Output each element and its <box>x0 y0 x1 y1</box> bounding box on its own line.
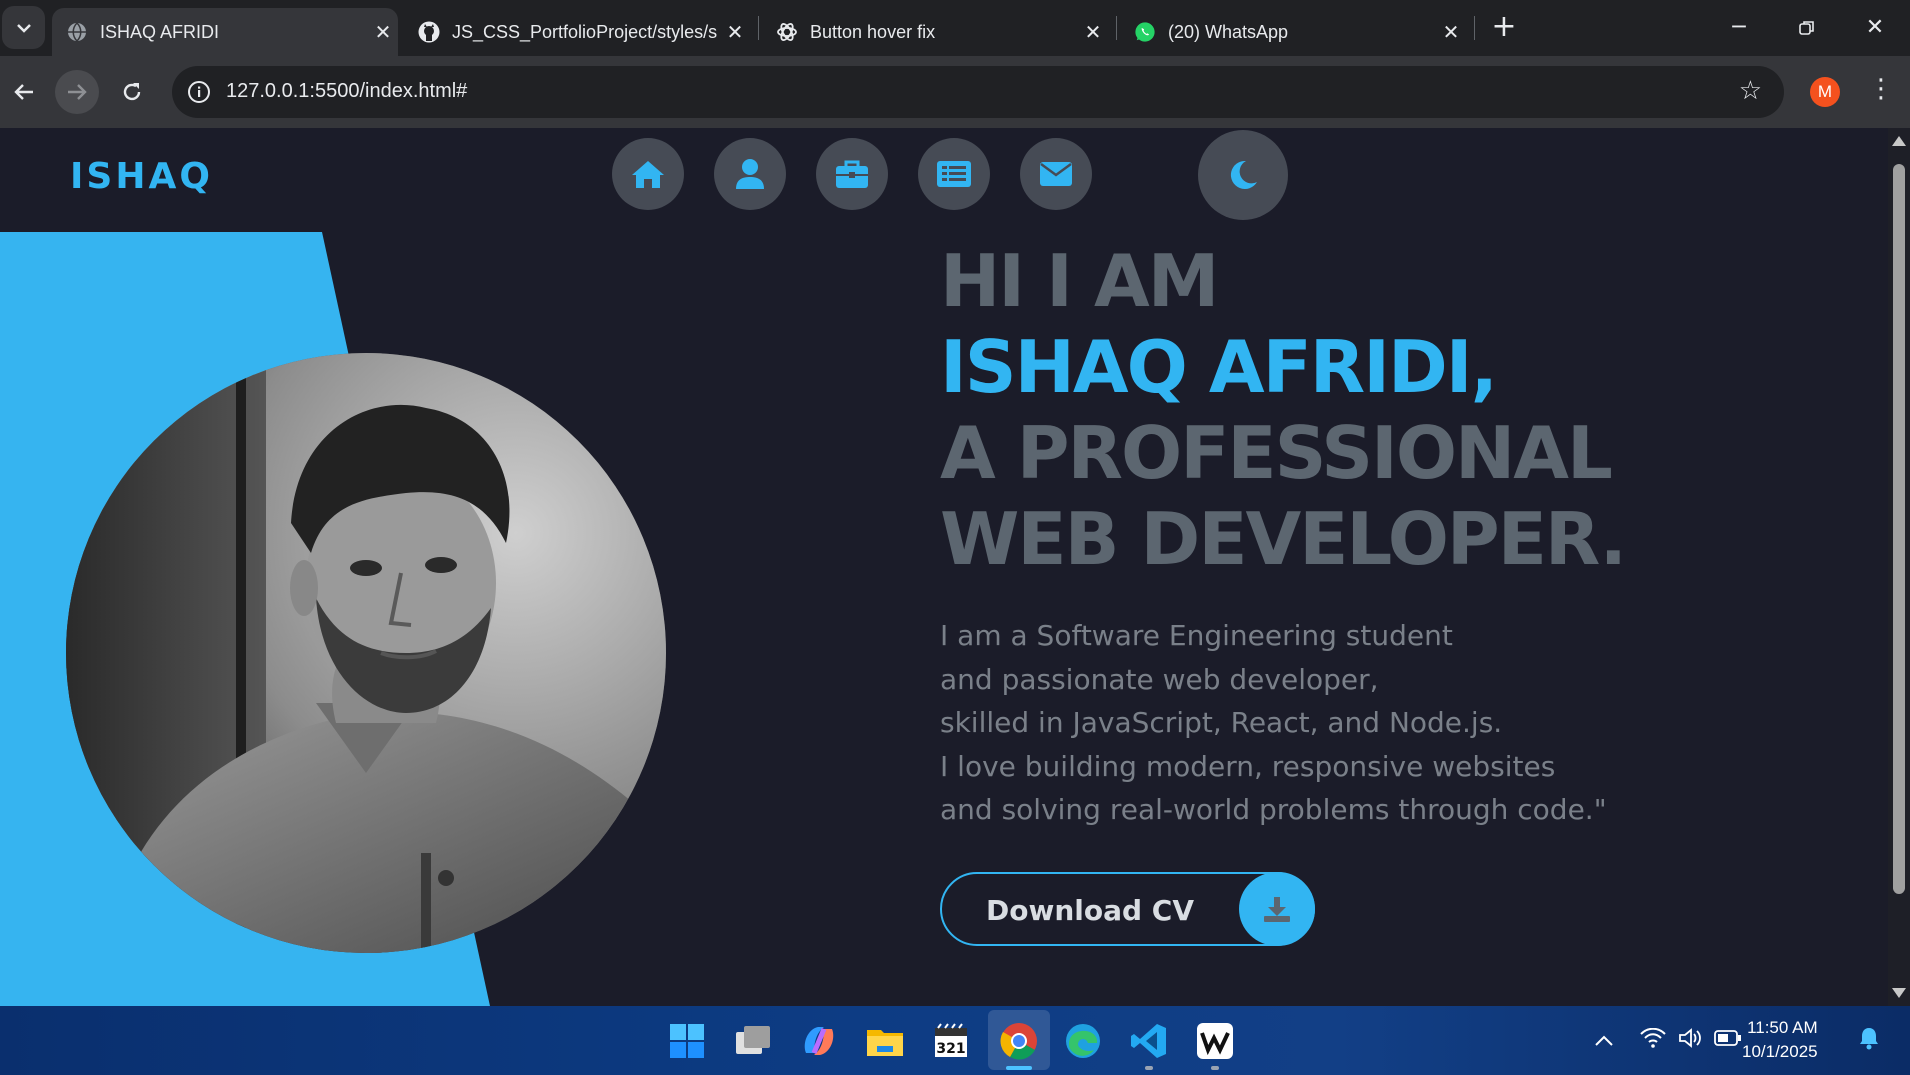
running-indicator <box>1006 1066 1032 1070</box>
tab-whatsapp[interactable]: (20) WhatsApp ✕ <box>1120 8 1466 56</box>
scroll-down-arrow[interactable] <box>1892 988 1906 998</box>
briefcase-icon <box>836 160 868 188</box>
page-scrollbar[interactable] <box>1888 128 1910 1006</box>
edge-icon[interactable] <box>1062 1020 1104 1062</box>
description-line: skilled in JavaScript, React, and Node.j… <box>940 706 1503 739</box>
volume-icon[interactable] <box>1678 1028 1704 1053</box>
show-hidden-icons-icon[interactable] <box>1594 1028 1614 1052</box>
chrome-icon[interactable] <box>998 1020 1040 1062</box>
moon-icon <box>1230 160 1257 189</box>
url-text[interactable]: 127.0.0.1:5500/index.html# <box>226 80 467 103</box>
tab-title: Button hover fix <box>810 21 936 42</box>
github-icon <box>418 21 440 43</box>
scroll-up-arrow[interactable] <box>1892 136 1906 146</box>
whatsapp-icon <box>1134 21 1156 43</box>
hero-heading: HI I AM ISHAQ AFRIDI, A PROFESSIONAL WEB… <box>940 238 1627 582</box>
svg-text:321: 321 <box>936 1041 965 1057</box>
hero-name: ISHAQ AFRIDI, <box>940 325 1498 409</box>
back-button[interactable] <box>6 74 42 110</box>
scroll-thumb[interactable] <box>1893 164 1905 894</box>
browser-tab-bar: ISHAQ AFRIDI ✕ JS_CSS_PortfolioProject/s… <box>0 0 1910 56</box>
tab-separator <box>758 16 759 40</box>
clock-date: 10/1/2025 <box>1742 1042 1818 1061</box>
home-icon <box>632 161 664 188</box>
site-info-icon[interactable] <box>186 79 212 105</box>
theme-toggle-button[interactable] <box>1198 130 1288 220</box>
description-line: and solving real-world problems through … <box>940 793 1607 826</box>
profile-photo <box>66 353 666 953</box>
hero-title-line1: A PROFESSIONAL <box>940 411 1613 495</box>
running-indicator <box>1211 1066 1219 1070</box>
nav-blog-button[interactable] <box>918 138 990 210</box>
minimize-button[interactable]: ─ <box>1714 10 1764 46</box>
calendar-icon[interactable]: 321 <box>930 1020 972 1062</box>
globe-icon <box>66 21 88 43</box>
forward-button[interactable] <box>55 70 99 114</box>
tab-button-hover-fix[interactable]: Button hover fix ✕ <box>762 8 1108 56</box>
nav-contact-button[interactable] <box>1020 138 1092 210</box>
system-clock[interactable]: 11:50 AM 10/1/2025 <box>1742 1016 1818 1064</box>
envelope-icon <box>1040 162 1072 186</box>
windows-taskbar: 321 11:50 AM 10/1/2025 <box>0 1006 1910 1075</box>
file-explorer-icon[interactable] <box>864 1020 906 1062</box>
tab-separator <box>1474 16 1475 40</box>
tab-separator <box>1116 16 1117 40</box>
description-line: I love building modern, responsive websi… <box>940 749 1556 783</box>
browser-toolbar: 127.0.0.1:5500/index.html# ☆ M ⋮ <box>0 56 1910 128</box>
tab-github[interactable]: JS_CSS_PortfolioProject/styles/s ✕ <box>404 8 750 56</box>
battery-icon[interactable] <box>1714 1028 1742 1052</box>
close-tab-icon[interactable]: ✕ <box>1078 20 1108 45</box>
user-icon <box>736 159 764 189</box>
close-window-button[interactable]: ✕ <box>1850 10 1900 46</box>
close-tab-icon[interactable]: ✕ <box>1436 20 1466 45</box>
notification-bell-icon[interactable] <box>1858 1026 1880 1055</box>
bookmark-star-icon[interactable]: ☆ <box>1739 76 1762 106</box>
chatgpt-icon <box>776 21 798 43</box>
vscode-icon[interactable] <box>1128 1020 1170 1062</box>
arrow-right-icon <box>68 84 87 100</box>
tab-title: ISHAQ AFRIDI <box>100 21 220 42</box>
copilot-icon[interactable] <box>798 1020 840 1062</box>
restore-button[interactable] <box>1782 10 1832 46</box>
hero-greeting: HI I AM <box>940 239 1219 323</box>
browser-menu-icon[interactable]: ⋮ <box>1868 74 1894 104</box>
reload-icon <box>123 83 141 101</box>
new-tab-button[interactable]: + <box>1488 12 1520 44</box>
running-indicator <box>1145 1066 1153 1070</box>
close-tab-icon[interactable]: ✕ <box>720 20 750 45</box>
download-cv-label: Download CV <box>986 894 1195 927</box>
tab-title: (20) WhatsApp <box>1168 21 1289 42</box>
address-bar[interactable]: 127.0.0.1:5500/index.html# ☆ <box>172 66 1784 118</box>
description-line: and passionate web developer, <box>940 662 1379 696</box>
reload-button[interactable] <box>114 74 150 110</box>
clock-time: 11:50 AM <box>1747 1018 1818 1037</box>
hero-description: I am a Software Engineering student and … <box>940 614 1607 832</box>
wifi-icon[interactable] <box>1640 1027 1666 1053</box>
nav-home-button[interactable] <box>612 138 684 210</box>
download-icon <box>1239 872 1315 946</box>
chevron-down-icon <box>16 23 31 33</box>
profile-avatar[interactable]: M <box>1810 77 1840 107</box>
wps-icon[interactable] <box>1194 1020 1236 1062</box>
list-icon <box>937 161 971 187</box>
tab-ishaq-afridi[interactable]: ISHAQ AFRIDI ✕ <box>52 8 398 56</box>
nav-portfolio-button[interactable] <box>816 138 888 210</box>
site-logo[interactable]: ISHAQ <box>70 156 213 197</box>
windows-start-icon[interactable] <box>666 1020 708 1062</box>
tab-search-button[interactable] <box>2 6 45 49</box>
hero-title-line2: WEB DEVELOPER. <box>940 497 1627 581</box>
task-view-icon[interactable] <box>732 1020 774 1062</box>
description-line: I am a Software Engineering student <box>940 619 1453 652</box>
arrow-left-icon <box>14 84 33 100</box>
close-tab-icon[interactable]: ✕ <box>368 20 398 45</box>
nav-about-button[interactable] <box>714 138 786 210</box>
page-viewport: ISHAQ HI I AM ISHAQ AFRIDI, A PROFESSION… <box>0 128 1888 1006</box>
restore-icon <box>1799 21 1814 35</box>
tab-title: JS_CSS_PortfolioProject/styles/s <box>452 21 718 42</box>
download-cv-button[interactable]: Download CV <box>940 872 1315 946</box>
